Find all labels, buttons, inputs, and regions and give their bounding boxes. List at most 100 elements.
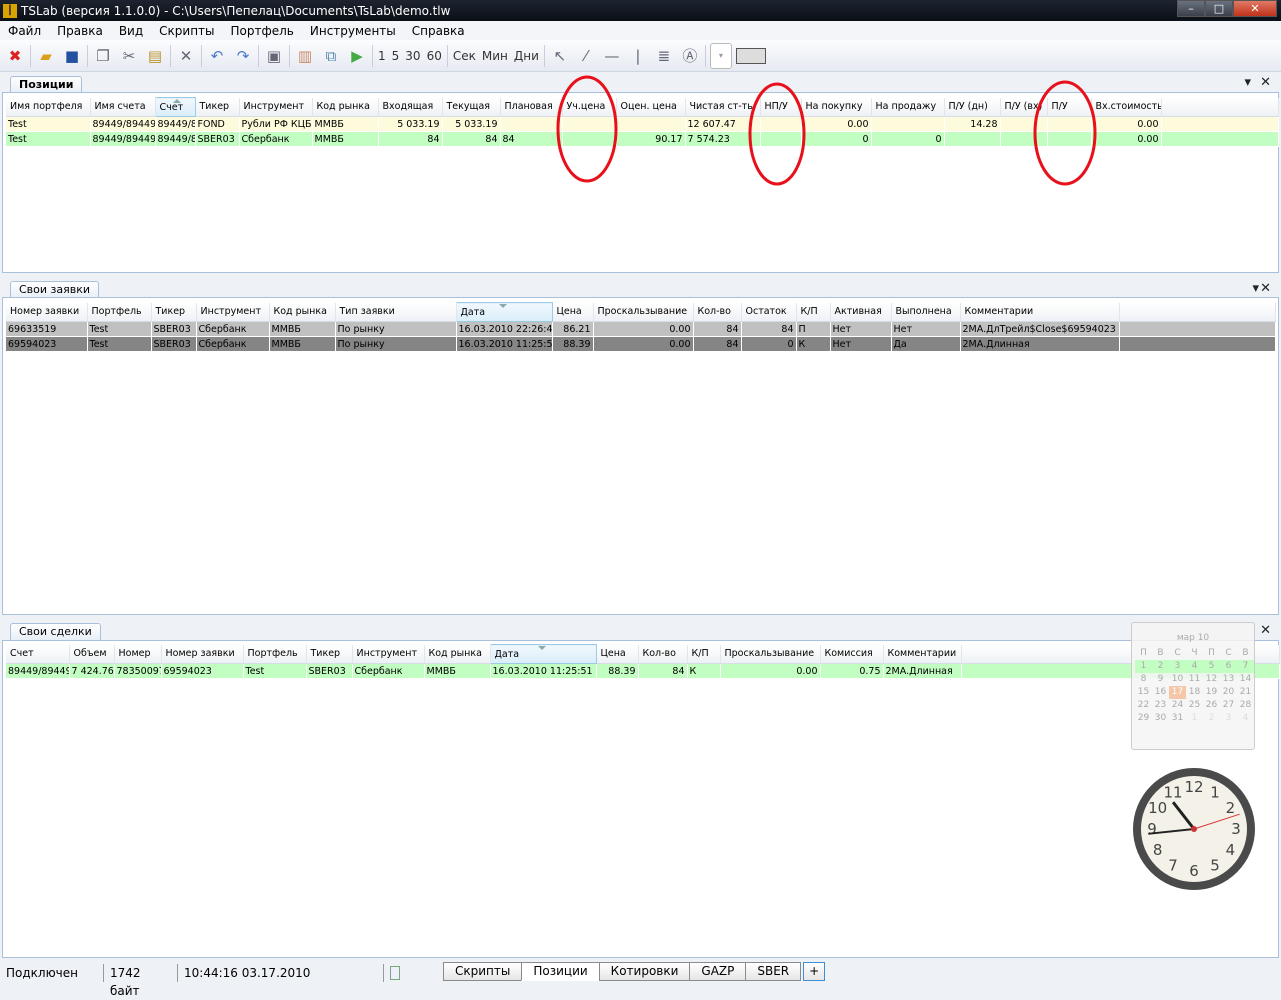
column-header[interactable]: Объем [69, 644, 115, 664]
menu-tools[interactable]: Инструменты [302, 24, 404, 38]
calendar-day[interactable]: 12 [1203, 673, 1220, 686]
calendar-day[interactable]: 19 [1203, 686, 1220, 699]
open-folder-icon[interactable]: ▰ [35, 45, 57, 67]
calendar-day[interactable]: 1 [1135, 660, 1152, 673]
interval-30[interactable]: 30 [404, 49, 421, 63]
fibonacci-icon[interactable]: ≣ [653, 45, 675, 67]
maximize-button[interactable]: □ [1205, 0, 1233, 17]
column-header[interactable]: Комментарии [883, 644, 962, 664]
table-row[interactable]: Test 89449/89449 89449/8 FOND Рубли РФ КЦБ ММ… [6, 116, 1279, 132]
calendar-day[interactable]: 29 [1135, 712, 1152, 725]
column-header[interactable]: Номер заявки [6, 302, 88, 322]
calendar-day[interactable]: 2 [1152, 660, 1169, 673]
column-header[interactable]: П/У [1047, 97, 1092, 117]
calendar-day[interactable]: 17 [1169, 686, 1186, 699]
color-dropdown[interactable]: ▾ [709, 42, 732, 69]
unit-days[interactable]: Дни [513, 49, 540, 63]
calendar-day[interactable]: 11 [1186, 673, 1203, 686]
calendar-day[interactable]: 20 [1220, 686, 1237, 699]
column-header[interactable]: На продажу [871, 97, 945, 117]
panel-menu-icon[interactable]: ▾ [1252, 281, 1259, 296]
column-header[interactable]: Проскальзывание [593, 302, 694, 322]
horizontal-line-icon[interactable]: — [601, 45, 623, 67]
column-header[interactable]: Портфель [243, 644, 307, 664]
disconnect-icon[interactable]: ✖ [4, 45, 26, 67]
add-tab-button[interactable]: + [803, 962, 826, 981]
column-header[interactable]: Кол-во [638, 644, 688, 664]
save-icon[interactable]: ■ [61, 45, 83, 67]
calendar-day[interactable]: 23 [1152, 699, 1169, 712]
calendar-day[interactable]: 30 [1152, 712, 1169, 725]
column-header[interactable] [1119, 302, 1276, 322]
log-icon[interactable] [390, 965, 400, 980]
column-header[interactable]: Инструмент [196, 302, 270, 322]
column-header[interactable]: Код рынка [312, 97, 379, 117]
bottom-tab[interactable]: Скрипты [443, 962, 523, 981]
column-header[interactable]: Оцен. цена [616, 97, 686, 117]
column-header[interactable]: Инструмент [352, 644, 425, 664]
calendar-day[interactable]: 5 [1203, 660, 1220, 673]
calendar-day[interactable]: 10 [1169, 673, 1186, 686]
column-header[interactable]: Тикер [195, 97, 240, 117]
column-header[interactable]: Портфель [87, 302, 152, 322]
column-header[interactable]: Текущая [442, 97, 501, 117]
interval-1[interactable]: 1 [377, 49, 387, 63]
panel-menu-icon[interactable]: ▾ [1244, 75, 1251, 90]
calendar-day[interactable]: 27 [1220, 699, 1237, 712]
calendar-day[interactable]: 6 [1220, 660, 1237, 673]
vertical-line-icon[interactable]: | [627, 45, 649, 67]
calendar-day[interactable]: 18 [1186, 686, 1203, 699]
column-header[interactable] [1161, 97, 1279, 117]
calendar-day[interactable]: 26 [1203, 699, 1220, 712]
calendar-day[interactable]: 14 [1237, 673, 1254, 686]
column-header[interactable]: Выполнена [891, 302, 961, 322]
column-header[interactable]: Комментарии [960, 302, 1120, 322]
calendar-gadget[interactable]: мар 10 П В С Ч П С В 1 2 3 4 5 6 7 8 9 10 11 12 13 14 15 16 17 1… [1131, 622, 1255, 750]
calendar-day[interactable]: 31 [1169, 712, 1186, 725]
column-header[interactable]: Код рынка [424, 644, 491, 664]
calendar-day[interactable]: 1 [1186, 712, 1203, 725]
table-row[interactable]: 89449/89449 7 424.76 78350097 69594023 Test S… [6, 663, 1280, 679]
properties-icon[interactable]: ▣ [263, 45, 285, 67]
column-header[interactable]: Цена [596, 644, 639, 664]
table-row[interactable]: 69633519 Test SBER03 Сбербанк ММВБ По рынку 16… [6, 321, 1276, 337]
column-header[interactable]: Тип заявки [335, 302, 457, 322]
line-tool-icon[interactable]: ⁄ [575, 45, 597, 67]
column-header[interactable]: Тикер [306, 644, 353, 664]
column-header[interactable]: На покупку [801, 97, 872, 117]
column-header[interactable]: Имя счета [90, 97, 156, 117]
column-header[interactable]: Остаток [741, 302, 797, 322]
tab-positions[interactable]: Позиции [10, 76, 83, 93]
menu-portfolio[interactable]: Портфель [223, 24, 302, 38]
panel-close-icon[interactable]: ✕ [1260, 75, 1271, 90]
bottom-tab[interactable]: Позиции [521, 962, 600, 981]
column-header[interactable]: Номер заявки [161, 644, 244, 664]
diagram-icon[interactable]: ⧉ [320, 45, 342, 67]
calendar-day[interactable]: 2 [1203, 712, 1220, 725]
column-header[interactable]: Номер [114, 644, 162, 664]
table-row[interactable]: Test 89449/89449 89449/8 SBER03 Сбербанк ММВБ… [6, 131, 1279, 147]
column-header[interactable]: Счет [6, 644, 70, 664]
column-header[interactable]: Комиссия [820, 644, 884, 664]
menu-scripts[interactable]: Скрипты [151, 24, 222, 38]
bottom-tab[interactable]: GAZP [689, 962, 747, 981]
menu-file[interactable]: Файл [0, 24, 49, 38]
table-row[interactable]: 69594023 Test SBER03 Сбербанк ММВБ По рынку 16… [6, 336, 1276, 352]
unit-seconds[interactable]: Сек [452, 49, 477, 63]
column-header[interactable]: Инструмент [239, 97, 313, 117]
menu-view[interactable]: Вид [111, 24, 151, 38]
bottom-tab[interactable]: Котировки [598, 962, 691, 981]
close-button[interactable]: ✕ [1233, 0, 1277, 17]
paste-icon[interactable]: ▤ [144, 45, 166, 67]
calendar-day[interactable]: 24 [1169, 699, 1186, 712]
panel-close-icon[interactable]: ✕ [1260, 281, 1271, 296]
minimize-button[interactable]: – [1177, 0, 1205, 17]
cut-icon[interactable]: ✂ [118, 45, 140, 67]
chart-icon[interactable]: ▥ [294, 45, 316, 67]
column-header[interactable]: Код рынка [269, 302, 336, 322]
calendar-day[interactable]: 25 [1186, 699, 1203, 712]
calendar-day[interactable]: 4 [1186, 660, 1203, 673]
menu-edit[interactable]: Правка [49, 24, 111, 38]
redo-icon[interactable]: ↷ [232, 45, 254, 67]
column-header[interactable]: Кол-во [693, 302, 742, 322]
